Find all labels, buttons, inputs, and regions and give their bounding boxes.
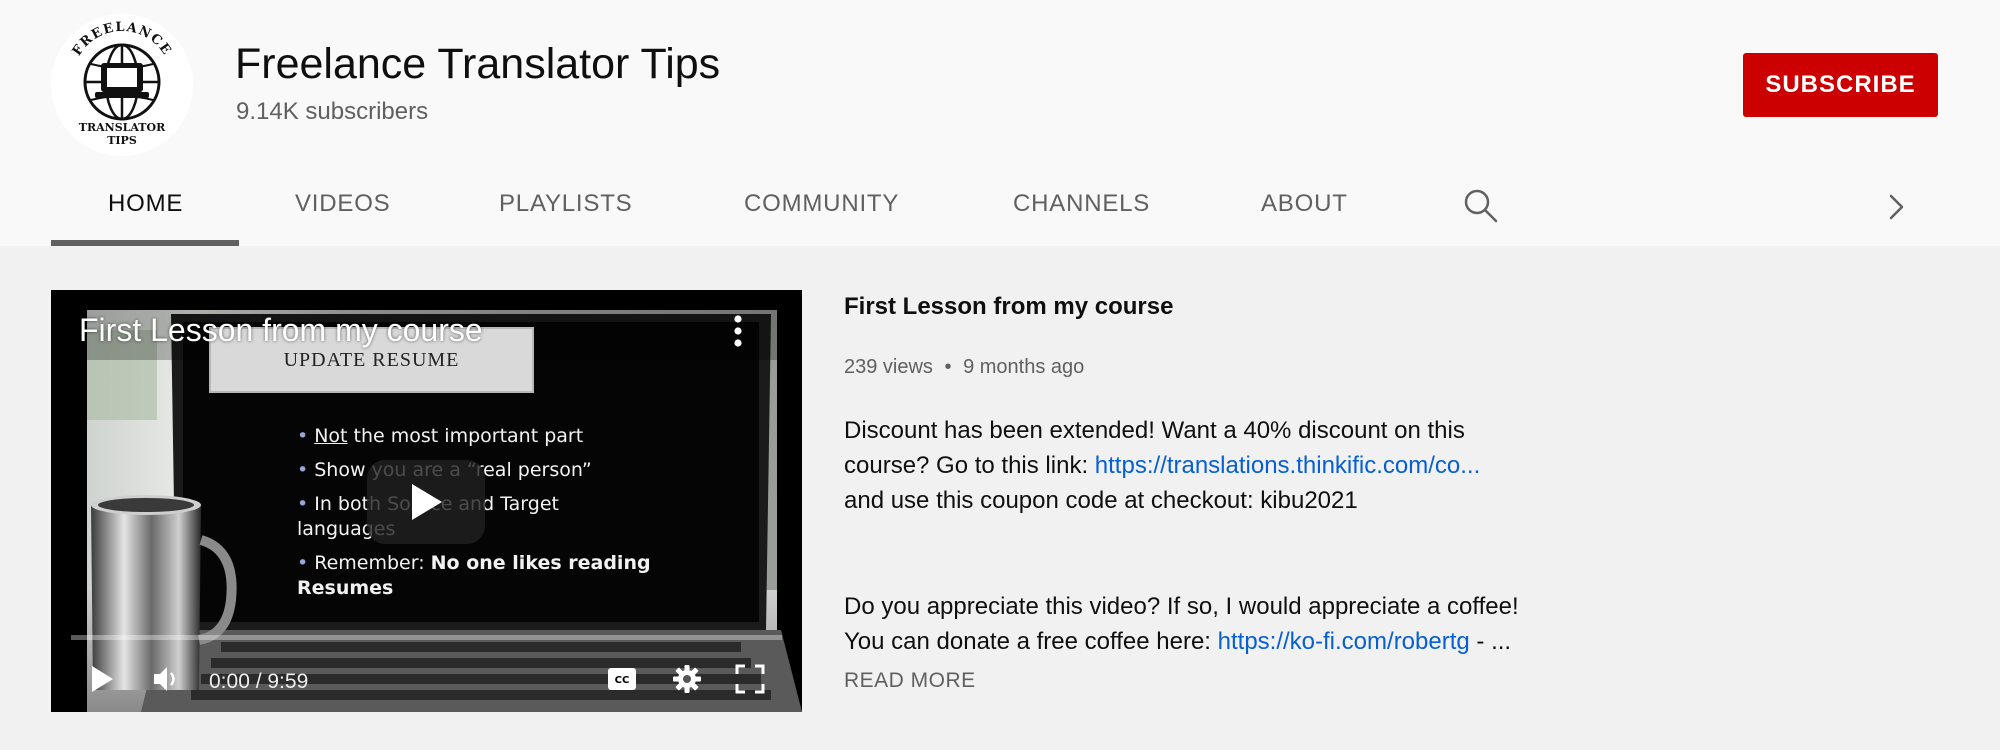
svg-text:TIPS: TIPS — [107, 134, 137, 147]
tab-playlists[interactable]: PLAYLISTS — [499, 190, 632, 218]
description-line: You can donate a free coffee here: https… — [844, 628, 1512, 655]
captions-icon[interactable]: CC — [607, 667, 637, 696]
play-icon[interactable] — [89, 664, 115, 699]
video-description-paragraph: Do you appreciate this video? If so, I w… — [844, 589, 1564, 659]
video-time: 0:00 / 9:59 — [209, 670, 309, 693]
video-title-overlay[interactable]: First Lesson from my course — [79, 312, 483, 349]
course-link[interactable]: https://translations.thinkific.com/co... — [1095, 452, 1481, 479]
slide-bullet: • Not the most important part — [297, 425, 584, 447]
tab-home[interactable]: HOME — [108, 190, 183, 218]
description-line: and use this coupon code at checkout: ki… — [844, 487, 1358, 514]
tab-videos[interactable]: VIDEOS — [295, 190, 391, 218]
tab-community[interactable]: COMMUNITY — [744, 190, 899, 218]
description-line: course? Go to this link: https://transla… — [844, 452, 1481, 479]
kofi-link[interactable]: https://ko-fi.com/robertg — [1218, 628, 1470, 655]
search-icon[interactable] — [1463, 188, 1499, 229]
svg-text:TRANSLATOR: TRANSLATOR — [79, 121, 166, 134]
description-line: Do you appreciate this video? If so, I w… — [844, 593, 1519, 620]
chevron-right-icon[interactable] — [1883, 192, 1909, 227]
channel-logo: FREELANCE TRANSLATOR TIPS — [51, 14, 193, 156]
read-more-button[interactable]: READ MORE — [844, 669, 976, 693]
tab-about[interactable]: ABOUT — [1261, 190, 1348, 218]
settings-icon[interactable] — [672, 664, 702, 699]
featured-video-title[interactable]: First Lesson from my course — [844, 293, 1173, 321]
play-icon — [412, 484, 442, 520]
channel-header: FREELANCE TRANSLATOR TIPS Freelance Tran… — [0, 0, 2000, 246]
active-tab-indicator — [51, 240, 239, 246]
video-description-paragraph: Discount has been extended! Want a 40% d… — [844, 413, 1564, 518]
svg-text:CC: CC — [615, 675, 630, 686]
slide-bullet: • Remember: No one likes reading Resumes — [297, 552, 651, 599]
video-progress-bar[interactable] — [71, 635, 782, 640]
channel-name: Freelance Translator Tips — [235, 40, 721, 88]
big-play-button[interactable] — [367, 460, 485, 544]
channel-avatar[interactable]: FREELANCE TRANSLATOR TIPS — [51, 14, 193, 156]
view-count: 239 views — [844, 356, 933, 378]
video-metadata: 239 views • 9 months ago — [844, 356, 1084, 379]
upload-age: 9 months ago — [963, 356, 1085, 378]
subscribe-button[interactable]: SUBSCRIBE — [1743, 53, 1938, 117]
more-vert-icon[interactable] — [731, 314, 745, 353]
featured-video-player[interactable]: UPDATE RESUME • Not the most important pa… — [51, 290, 802, 712]
fullscreen-icon[interactable] — [735, 664, 765, 699]
volume-icon[interactable] — [152, 664, 182, 699]
subscriber-count: 9.14K subscribers — [236, 98, 429, 125]
tab-channels[interactable]: CHANNELS — [1013, 190, 1150, 218]
meta-separator: • — [944, 356, 952, 378]
description-line: Discount has been extended! Want a 40% d… — [844, 417, 1465, 444]
